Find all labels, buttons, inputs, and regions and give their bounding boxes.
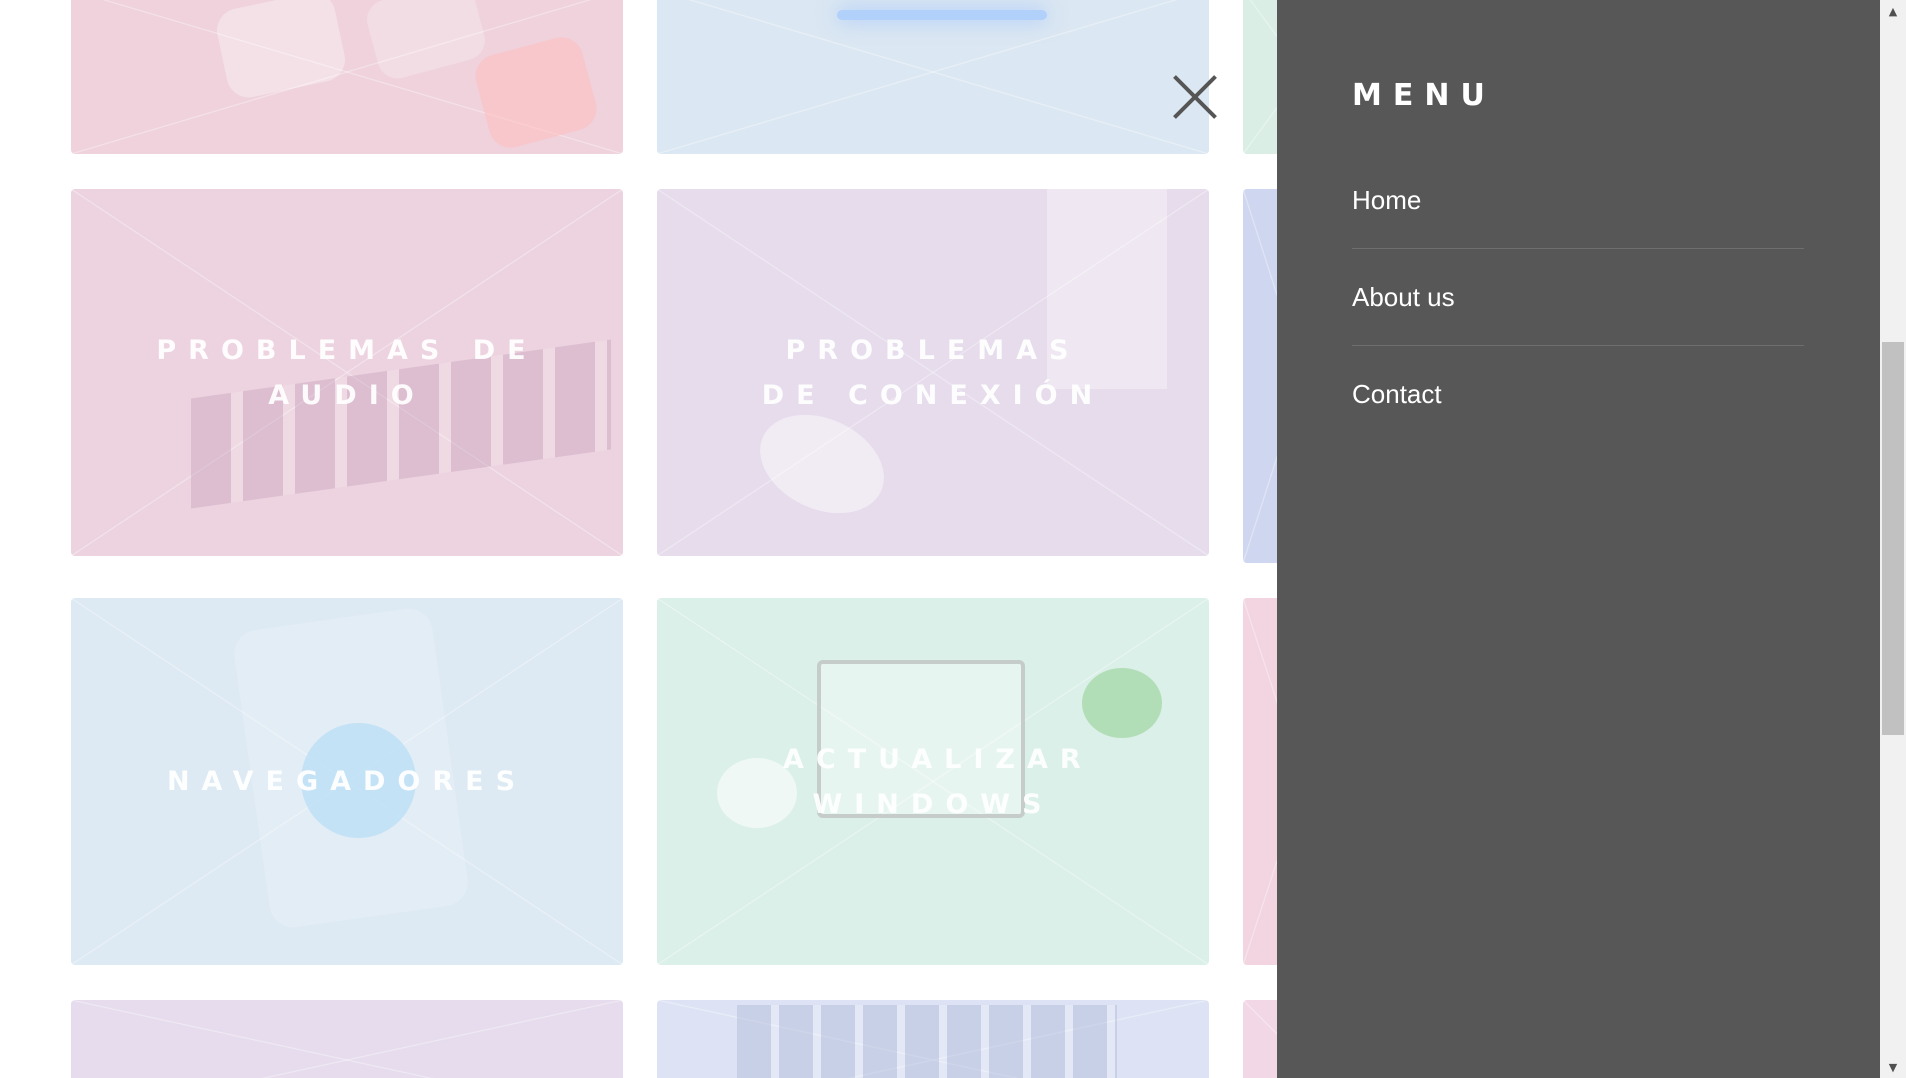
- scrollbar[interactable]: ▲ ▼: [1880, 0, 1906, 1078]
- scroll-down-icon[interactable]: ▼: [1880, 1056, 1906, 1078]
- menu-item-contact: Contact: [1352, 346, 1804, 442]
- tile-problemas-de-audio[interactable]: Problemas de audio: [71, 189, 623, 556]
- tile-lavender-bottom[interactable]: [71, 1000, 623, 1078]
- tile-keyboard-bottom[interactable]: [657, 1000, 1209, 1078]
- plant-decor: [1082, 668, 1162, 738]
- tile-actualizar-windows[interactable]: Actualizar Windows: [657, 598, 1209, 965]
- tile-navegadores[interactable]: Navegadores: [71, 598, 623, 965]
- tile-title: Problemas de conexión: [761, 334, 1105, 411]
- tile-problemas-de-conexion[interactable]: Problemas de conexión: [657, 189, 1209, 556]
- menu-item-home: Home: [1352, 152, 1804, 249]
- tile-title: Problemas de audio: [156, 334, 538, 411]
- social-media-icons-decor: [212, 0, 350, 102]
- tile-title: Navegadores: [166, 766, 528, 797]
- menu-item-about-us: About us: [1352, 249, 1804, 346]
- tile-title: Actualizar Windows: [783, 743, 1093, 820]
- twitter-icon-decor: [362, 0, 490, 83]
- page: Problemas de audio Problemas de conexión…: [0, 0, 1906, 1078]
- close-icon[interactable]: [1168, 70, 1222, 124]
- menu-heading: MENU: [1352, 78, 1496, 113]
- vk-icon-decor: [470, 32, 602, 153]
- menu-list: Home About us Contact: [1352, 152, 1804, 442]
- menu-link-contact[interactable]: Contact: [1352, 379, 1442, 410]
- tile-blue-top[interactable]: [657, 0, 1209, 154]
- menu-link-about-us[interactable]: About us: [1352, 282, 1455, 313]
- keyboard-keys-decor: [737, 1005, 1117, 1078]
- blue-glow-decor: [837, 10, 1047, 20]
- scroll-thumb[interactable]: [1882, 342, 1904, 735]
- side-menu: MENU Home About us Contact: [1277, 0, 1880, 1078]
- scroll-up-icon[interactable]: ▲: [1880, 0, 1906, 22]
- menu-link-home[interactable]: Home: [1352, 185, 1421, 216]
- tile-social-media[interactable]: [71, 0, 623, 154]
